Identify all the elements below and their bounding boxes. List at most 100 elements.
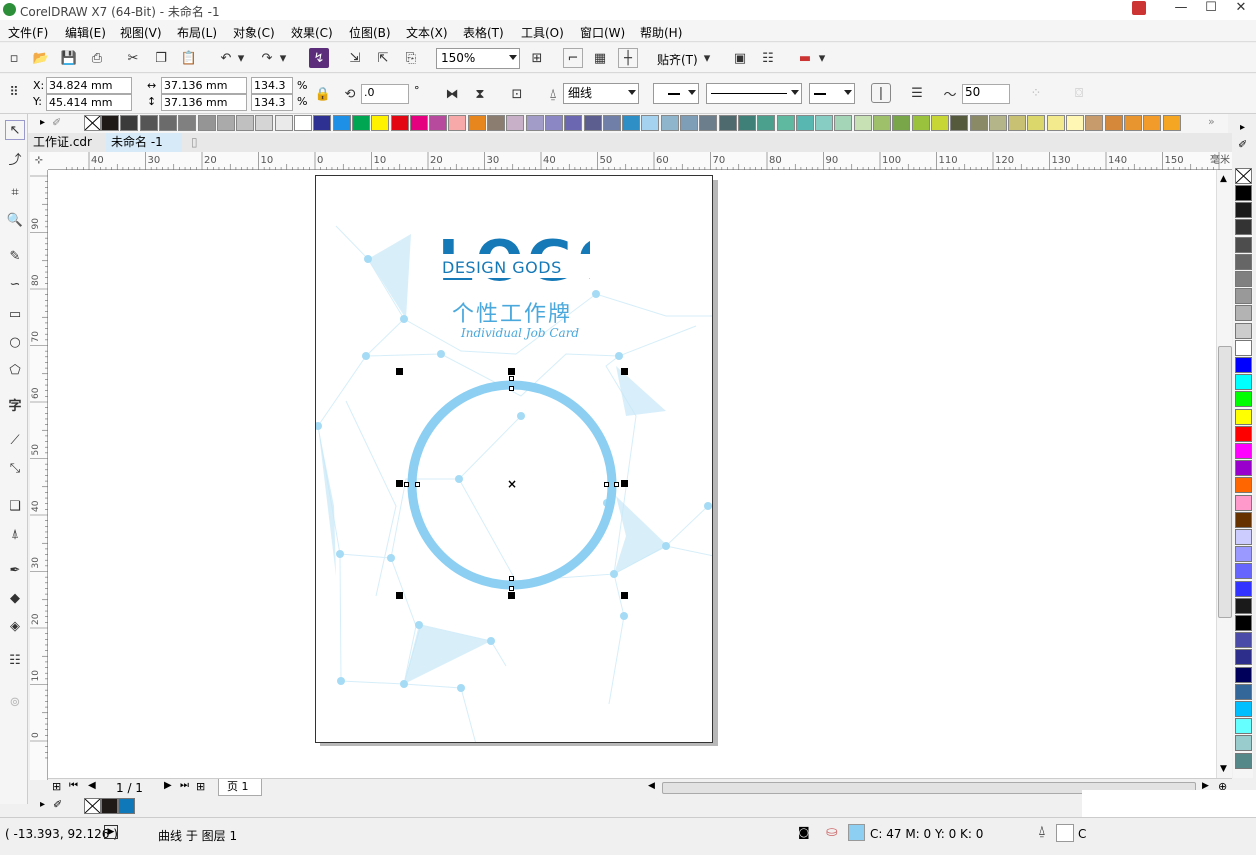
color-swatch[interactable] xyxy=(506,115,525,131)
palette-scroll-icon[interactable]: ▸ xyxy=(40,117,45,128)
interactive-fill-icon[interactable]: ◆ xyxy=(5,588,25,608)
color-swatch[interactable] xyxy=(1235,701,1252,717)
ruler-origin-icon[interactable]: ⊹ xyxy=(30,152,48,170)
polygon-tool-icon[interactable]: ⬠ xyxy=(5,360,25,380)
color-swatch[interactable] xyxy=(660,115,679,131)
color-swatch[interactable] xyxy=(139,115,158,131)
color-swatch[interactable] xyxy=(776,115,795,131)
scale-x-field[interactable]: 134.3 xyxy=(251,77,293,94)
fill-color-swatch[interactable] xyxy=(848,824,865,841)
freehand-tool-icon[interactable]: ✎ xyxy=(5,246,25,266)
color-swatch[interactable] xyxy=(1235,443,1252,459)
guidelines-icon[interactable]: ┼ xyxy=(618,48,638,68)
outline-tool-icon[interactable]: ☷ xyxy=(5,650,25,670)
color-swatch[interactable] xyxy=(1235,305,1252,322)
color-swatch[interactable] xyxy=(969,115,988,131)
color-swatch[interactable] xyxy=(294,115,312,131)
color-swatch[interactable] xyxy=(795,115,814,131)
color-swatch[interactable] xyxy=(1235,649,1252,666)
color-swatch[interactable] xyxy=(158,115,177,131)
launcher-icon[interactable]: ▬ xyxy=(795,48,815,68)
eyedropper-icon[interactable]: ✐ xyxy=(52,116,61,129)
color-swatch[interactable] xyxy=(1235,288,1252,305)
color-swatch[interactable] xyxy=(274,115,293,131)
center-mark-icon[interactable]: × xyxy=(507,477,517,491)
rotation-field[interactable]: .0 xyxy=(361,84,409,104)
menu-view[interactable]: 视图(V) xyxy=(120,24,162,41)
snap-to-menu[interactable]: 贴齐(T) xyxy=(657,51,698,68)
tab-untitled[interactable]: 未命名 -1 xyxy=(106,133,182,152)
color-swatch[interactable] xyxy=(390,115,409,131)
outline-pen-icon[interactable]: ⍙ xyxy=(543,84,563,104)
rectangle-tool-icon[interactable]: ▭ xyxy=(5,304,25,324)
menu-text[interactable]: 文本(X) xyxy=(406,24,448,41)
add-page-after-icon[interactable]: ⊞ xyxy=(196,780,205,793)
menu-edit[interactable]: 编辑(E) xyxy=(65,24,106,41)
outline-pen-icon[interactable]: ⍙ xyxy=(1038,824,1046,839)
color-swatch[interactable] xyxy=(873,115,891,131)
color-swatch[interactable] xyxy=(1066,115,1084,131)
color-swatch[interactable] xyxy=(757,115,776,131)
menu-object[interactable]: 对象(C) xyxy=(233,24,275,41)
color-swatch-black[interactable] xyxy=(101,798,118,814)
color-swatch[interactable] xyxy=(101,115,119,131)
redo-dropdown-icon[interactable]: ▾ xyxy=(278,48,288,68)
page-tab-1[interactable]: 页 1 xyxy=(218,779,262,796)
color-swatch[interactable] xyxy=(120,115,139,131)
color-swatch-blue[interactable] xyxy=(118,798,135,814)
color-swatch[interactable] xyxy=(351,115,370,131)
scroll-thumb[interactable] xyxy=(1218,346,1232,618)
user-icon[interactable] xyxy=(1132,1,1146,15)
color-swatch[interactable] xyxy=(1235,374,1252,391)
export-icon[interactable]: ⇱ xyxy=(373,48,393,68)
prev-page-icon[interactable]: ◀ xyxy=(88,780,96,791)
color-swatch[interactable] xyxy=(487,115,505,131)
publish-pdf-icon[interactable]: ⎘ xyxy=(401,48,421,68)
selection-handle-tl[interactable] xyxy=(396,368,403,375)
mirror-vertical-icon[interactable]: ⧗ xyxy=(470,84,490,104)
corel-connect-icon[interactable]: ↯ xyxy=(309,48,329,68)
color-swatch[interactable] xyxy=(1235,718,1252,735)
smart-fill-icon[interactable]: ◈ xyxy=(5,616,25,636)
undo-icon[interactable]: ↶ xyxy=(216,48,236,68)
node-handle[interactable] xyxy=(509,376,514,381)
outline-width-select[interactable]: 细线 xyxy=(563,83,639,104)
color-swatch[interactable] xyxy=(313,115,332,131)
wrap-text-icon[interactable]: ❘ xyxy=(871,83,891,103)
color-swatch[interactable] xyxy=(622,115,641,131)
x-position-field[interactable]: 34.824 mm xyxy=(46,77,132,94)
no-color-swatch[interactable] xyxy=(84,798,101,814)
color-swatch[interactable] xyxy=(1235,236,1252,253)
color-swatch[interactable] xyxy=(332,115,351,131)
color-swatch[interactable] xyxy=(834,115,853,131)
scroll-left-icon[interactable]: ◀ xyxy=(648,781,655,791)
palette-more-icon[interactable]: » xyxy=(1208,115,1215,128)
color-swatch[interactable] xyxy=(1104,115,1123,131)
menu-layout[interactable]: 布局(L) xyxy=(177,24,217,41)
first-page-icon[interactable]: ⏮ xyxy=(69,780,78,791)
node-handle[interactable] xyxy=(509,386,514,391)
color-swatch[interactable] xyxy=(448,115,467,131)
cut-icon[interactable]: ✂ xyxy=(123,48,143,68)
color-swatch[interactable] xyxy=(1235,219,1252,236)
color-swatch[interactable] xyxy=(680,115,698,131)
smoothing-icon[interactable]: 〜 xyxy=(940,83,960,103)
color-swatch[interactable] xyxy=(892,115,911,131)
menu-tools[interactable]: 工具(O) xyxy=(521,24,564,41)
selection-handle-b[interactable] xyxy=(508,592,515,599)
color-swatch[interactable] xyxy=(236,115,255,131)
height-field[interactable]: 37.136 mm xyxy=(161,94,247,111)
color-swatch[interactable] xyxy=(1235,546,1252,563)
copy-icon[interactable]: ❐ xyxy=(151,48,171,68)
menu-window[interactable]: 窗口(W) xyxy=(580,24,625,41)
color-swatch[interactable] xyxy=(429,115,448,131)
connector-tool-icon[interactable]: ⤡ xyxy=(5,458,25,478)
text-tool-icon[interactable]: 字 xyxy=(5,394,25,414)
selection-handle-r[interactable] xyxy=(621,480,628,487)
color-swatch[interactable] xyxy=(1235,185,1252,201)
color-swatch[interactable] xyxy=(216,115,235,131)
add-page-before-icon[interactable]: ⊞ xyxy=(52,780,61,793)
color-swatch[interactable] xyxy=(1235,632,1252,649)
scale-y-field[interactable]: 134.3 xyxy=(251,94,293,111)
undo-dropdown-icon[interactable]: ▾ xyxy=(236,48,246,68)
